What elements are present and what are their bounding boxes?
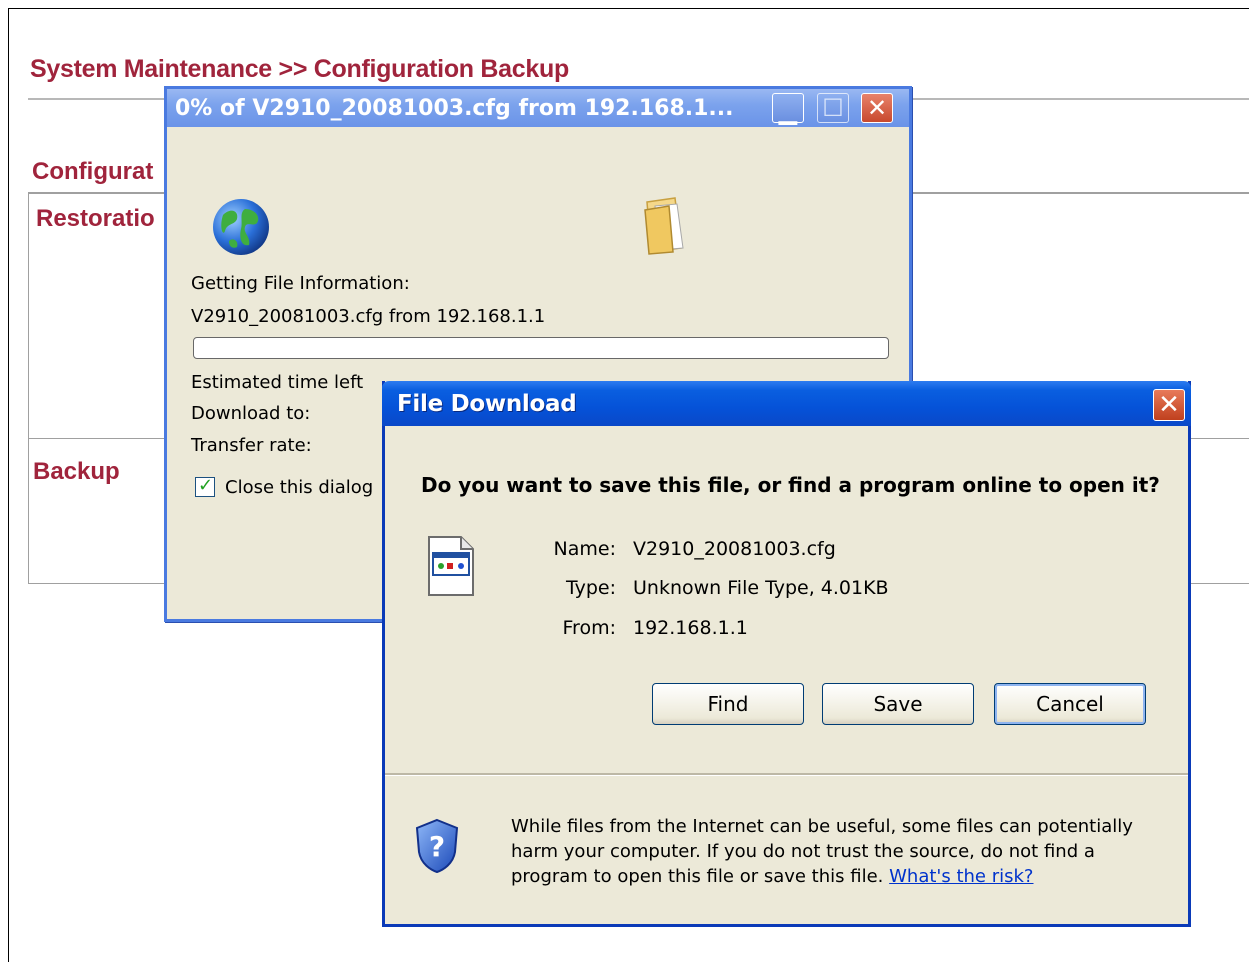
file-from-label: From: [562, 617, 616, 639]
page-title: System Maintenance >> Configuration Back… [30, 55, 569, 83]
dialog-separator [385, 773, 1188, 776]
file-type-icon [425, 533, 477, 599]
minimize-icon: ▁ [778, 97, 798, 125]
security-warning-text: While files from the Internet can be use… [511, 816, 1133, 887]
find-button[interactable]: Find [652, 683, 804, 725]
file-type-label: Type: [565, 577, 616, 599]
maximize-button[interactable]: ☐ [817, 93, 849, 123]
file-name-value: V2910_20081003.cfg [633, 538, 836, 560]
section-configuration-label: Configurat [32, 158, 154, 185]
section-restoration-label: Restoratio [36, 205, 155, 232]
check-icon: ✓ [198, 475, 214, 496]
progress-window-titlebar[interactable]: 0% of V2910_20081003.cfg from 192.168.1.… [167, 89, 909, 127]
file-source-text: V2910_20081003.cfg from 192.168.1.1 [191, 306, 546, 327]
maximize-icon: ☐ [822, 94, 844, 122]
file-name-label: Name: [553, 538, 616, 560]
progress-close-button[interactable]: ✕ [861, 93, 893, 123]
file-type-value: Unknown File Type, 4.01KB [633, 577, 889, 599]
dialog-close-button[interactable]: ✕ [1153, 389, 1185, 421]
progress-window-title: 0% of V2910_20081003.cfg from 192.168.1.… [175, 96, 734, 121]
section-backup-label: Backup [33, 458, 120, 485]
file-download-titlebar[interactable]: File Download ✕ [382, 381, 1191, 426]
status-label: Getting File Information: [191, 273, 410, 294]
whats-the-risk-link[interactable]: What's the risk? [889, 866, 1033, 887]
file-from-value: 192.168.1.1 [633, 617, 748, 639]
download-question: Do you want to save this file, or find a… [421, 473, 1160, 497]
security-warning: While files from the Internet can be use… [511, 814, 1161, 889]
shield-question-icon: ? [415, 818, 459, 874]
file-download-title: File Download [397, 391, 577, 417]
download-progress-bar [193, 337, 889, 359]
svg-text:?: ? [429, 830, 445, 863]
estimated-time-label: Estimated time left [191, 372, 364, 393]
close-icon: ✕ [1158, 390, 1180, 420]
file-download-dialog[interactable]: File Download ✕ Do you want to save this… [382, 381, 1191, 927]
minimize-button[interactable]: ▁ [772, 93, 804, 125]
close-icon: ✕ [866, 94, 888, 122]
close-dialog-label[interactable]: Close this dialog [225, 477, 373, 498]
download-to-label: Download to: [191, 403, 311, 424]
transfer-rate-label: Transfer rate: [191, 435, 312, 456]
globe-icon [211, 197, 271, 257]
save-button[interactable]: Save [822, 683, 974, 725]
cancel-button[interactable]: Cancel [994, 683, 1146, 725]
folder-icon [641, 194, 691, 256]
close-dialog-checkbox[interactable]: ✓ [195, 475, 215, 497]
